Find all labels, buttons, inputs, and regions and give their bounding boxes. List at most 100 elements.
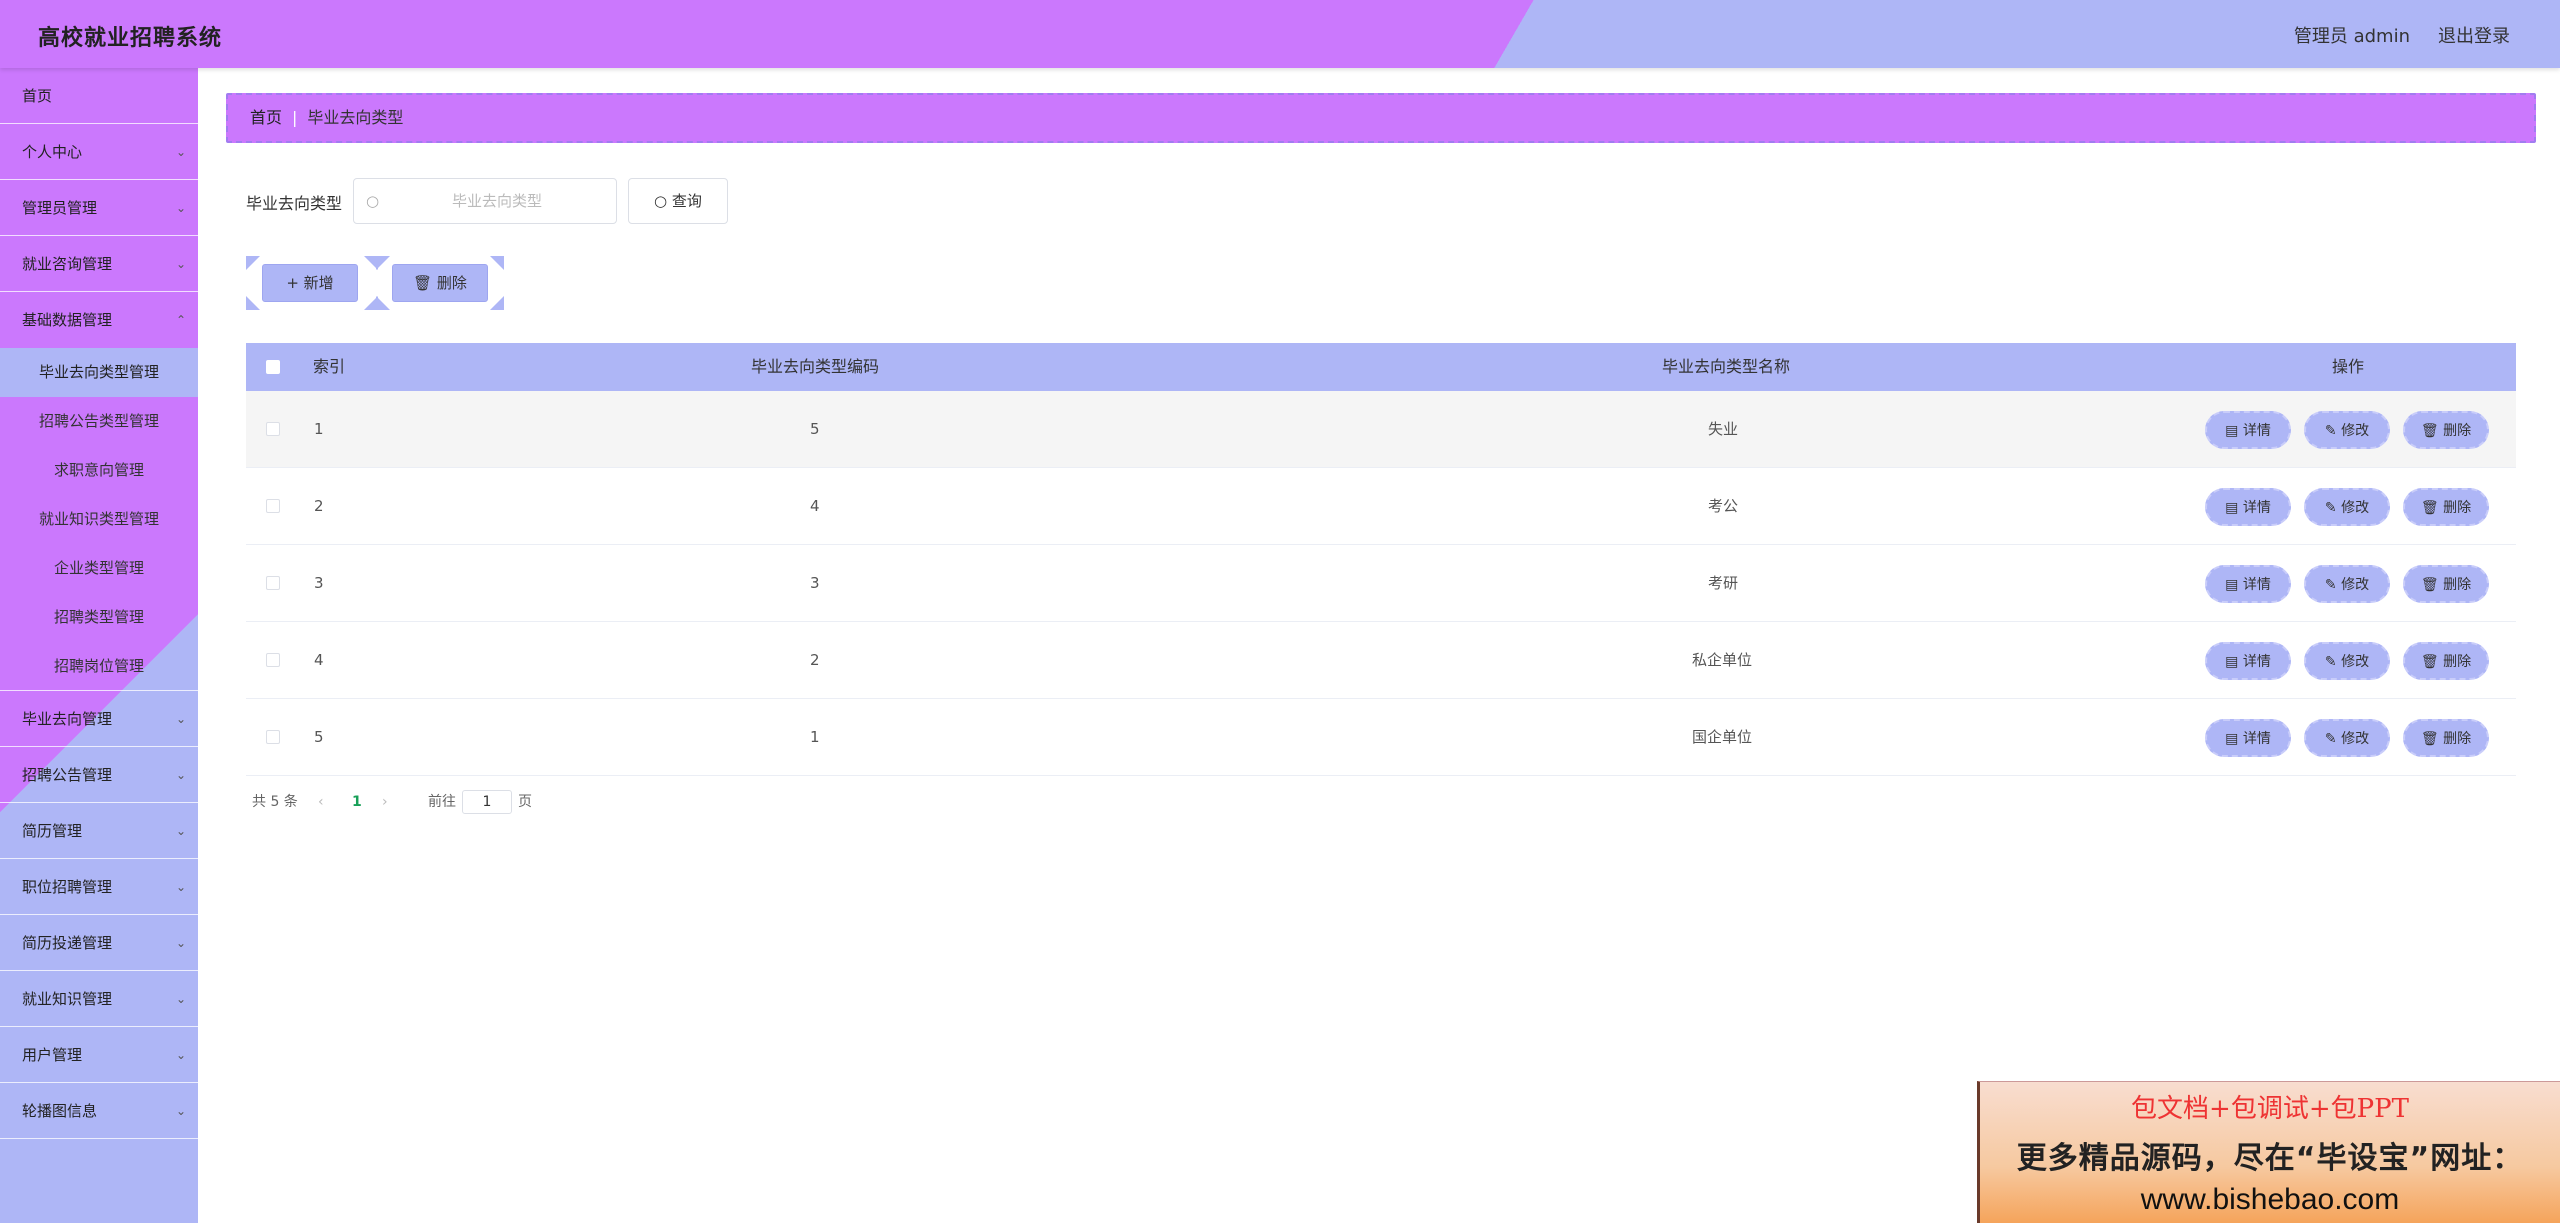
delete-button[interactable]: 🗑 删除: [2403, 411, 2489, 449]
search-input[interactable]: [392, 187, 602, 215]
top-header: 高校就业招聘系统 管理员 admin 退出登录: [0, 0, 2560, 68]
cell-name: 失业: [1708, 420, 1739, 438]
search-field[interactable]: ○: [353, 178, 617, 224]
pencil-icon: ✎: [2324, 577, 2337, 593]
submenu-item-company-type[interactable]: 企业类型管理: [0, 544, 198, 593]
sidebar-item-basic-data[interactable]: 基础数据管理 ⌃: [0, 292, 198, 348]
sidebar-item-label: 简历投递管理: [22, 934, 113, 952]
select-all-checkbox[interactable]: [266, 360, 280, 374]
cell-index: 5: [314, 728, 324, 746]
decor-corner: [376, 256, 390, 270]
sidebar-item-job-recruit[interactable]: 职位招聘管理 ⌄: [0, 859, 198, 915]
delete-label: 删除: [2443, 423, 2472, 439]
sidebar-item-carousel[interactable]: 轮播图信息 ⌄: [0, 1083, 198, 1139]
add-button[interactable]: + 新增: [262, 264, 358, 302]
breadcrumb-separator: |: [292, 108, 298, 127]
sidebar-item-label: 个人中心: [22, 143, 83, 161]
table-row: 1 5 失业 ▤ 详情 ✎ 修改 🗑 删除: [246, 391, 2516, 468]
cell-code: 5: [810, 420, 820, 438]
submenu-item-job-intention[interactable]: 求职意向管理: [0, 446, 198, 495]
page-number[interactable]: 1: [352, 790, 362, 814]
sidebar-item-knowledge[interactable]: 就业知识管理 ⌄: [0, 971, 198, 1027]
breadcrumb-current: 毕业去向类型: [307, 108, 404, 127]
sidebar-item-home[interactable]: 首页: [0, 68, 198, 124]
row-checkbox[interactable]: [266, 499, 280, 513]
row-checkbox[interactable]: [266, 730, 280, 744]
delete-button[interactable]: 🗑 删除: [2403, 488, 2489, 526]
detail-button[interactable]: ▤ 详情: [2205, 642, 2291, 680]
row-checkbox[interactable]: [266, 422, 280, 436]
submenu-item-graduation-type[interactable]: 毕业去向类型管理: [0, 348, 198, 397]
edit-button[interactable]: ✎ 修改: [2304, 642, 2390, 680]
goto-page-input[interactable]: 1: [462, 790, 512, 814]
trash-icon: 🗑: [2420, 500, 2439, 516]
table-header: 索引 毕业去向类型编码 毕业去向类型名称 操作: [246, 343, 2516, 391]
detail-button[interactable]: ▤ 详情: [2205, 488, 2291, 526]
query-label: 查询: [671, 192, 702, 210]
edit-button[interactable]: ✎ 修改: [2304, 565, 2390, 603]
row-checkbox[interactable]: [266, 576, 280, 590]
sidebar-item-label: 简历管理: [22, 822, 83, 840]
submenu-item-notice-type[interactable]: 招聘公告类型管理: [0, 397, 198, 446]
submenu-item-recruit-type[interactable]: 招聘类型管理: [0, 593, 198, 642]
edit-button[interactable]: ✎ 修改: [2304, 411, 2390, 449]
chevron-down-icon: ⌄: [175, 145, 186, 159]
edit-button[interactable]: ✎ 修改: [2304, 488, 2390, 526]
header-operations: 操作: [2332, 357, 2365, 376]
admin-user-label: 管理员 admin: [2293, 26, 2410, 47]
decor-corner: [246, 296, 260, 310]
delete-button[interactable]: 🗑 删除: [2403, 642, 2489, 680]
sidebar-item-admin-management[interactable]: 管理员管理 ⌄: [0, 180, 198, 236]
pencil-icon: ✎: [2324, 731, 2337, 747]
submenu-item-knowledge-type[interactable]: 就业知识类型管理: [0, 495, 198, 544]
decor-corner: [376, 296, 390, 310]
chevron-down-icon: ⌄: [175, 880, 186, 894]
submenu-item-recruit-post[interactable]: 招聘岗位管理: [0, 642, 198, 691]
query-button[interactable]: ○ 查询: [628, 178, 728, 224]
sidebar-item-consult-management[interactable]: 就业咨询管理 ⌄: [0, 236, 198, 292]
trash-icon: 🗑: [2420, 654, 2439, 670]
edit-label: 修改: [2341, 654, 2370, 670]
detail-button[interactable]: ▤ 详情: [2205, 411, 2291, 449]
sidebar-item-users[interactable]: 用户管理 ⌄: [0, 1027, 198, 1083]
sidebar-item-resume[interactable]: 简历管理 ⌄: [0, 803, 198, 859]
watermark-banner: 包文档+包调试+包PPT 更多精品源码，尽在“毕设宝”网址： www.bishe…: [1977, 1081, 2560, 1223]
row-checkbox[interactable]: [266, 653, 280, 667]
sidebar-item-label: 毕业去向管理: [22, 710, 113, 728]
prev-page-button[interactable]: ‹: [318, 790, 324, 814]
chevron-down-icon: ⌄: [175, 1104, 186, 1118]
edit-label: 修改: [2341, 731, 2370, 747]
cell-index: 3: [314, 574, 324, 592]
breadcrumb-home[interactable]: 首页: [250, 108, 282, 127]
sidebar-item-recruit-notice[interactable]: 招聘公告管理 ⌄: [0, 747, 198, 803]
sidebar-item-label: 首页: [22, 87, 53, 105]
delete-label: 删除: [2443, 500, 2472, 516]
document-icon: ▤: [2225, 654, 2239, 670]
header-code: 毕业去向类型编码: [751, 357, 880, 376]
pagination: 共 5 条 ‹ 1 › 前往 1 页: [252, 790, 652, 814]
trash-icon: 🗑: [2420, 423, 2439, 439]
sidebar-item-personal-center[interactable]: 个人中心 ⌄: [0, 124, 198, 180]
search-icon: ○: [654, 192, 668, 210]
table-row: 3 3 考研 ▤ 详情 ✎ 修改 🗑 删除: [246, 545, 2516, 622]
chevron-down-icon: ⌄: [175, 712, 186, 726]
next-page-button[interactable]: ›: [382, 790, 388, 814]
cell-name: 私企单位: [1692, 651, 1753, 669]
sidebar-item-resume-delivery[interactable]: 简历投递管理 ⌄: [0, 915, 198, 971]
delete-label: 删除: [2443, 577, 2472, 593]
decor-corner: [490, 256, 504, 270]
logout-link[interactable]: 退出登录: [2438, 22, 2510, 48]
batch-delete-button[interactable]: 🗑 删除: [392, 264, 488, 302]
delete-button[interactable]: 🗑 删除: [2403, 565, 2489, 603]
detail-button[interactable]: ▤ 详情: [2205, 719, 2291, 757]
trash-icon: 🗑: [2420, 731, 2439, 747]
edit-button[interactable]: ✎ 修改: [2304, 719, 2390, 757]
watermark-line-2: 更多精品源码，尽在“毕设宝”网址：: [2016, 1141, 2524, 1176]
delete-button[interactable]: 🗑 删除: [2403, 719, 2489, 757]
sidebar-item-graduation-destination[interactable]: 毕业去向管理 ⌄: [0, 691, 198, 747]
sidebar-item-label: 轮播图信息: [22, 1102, 98, 1120]
detail-label: 详情: [2242, 423, 2271, 439]
watermark-line-3: www.bishebao.com: [2140, 1183, 2400, 1216]
chevron-down-icon: ⌄: [175, 257, 186, 271]
detail-button[interactable]: ▤ 详情: [2205, 565, 2291, 603]
